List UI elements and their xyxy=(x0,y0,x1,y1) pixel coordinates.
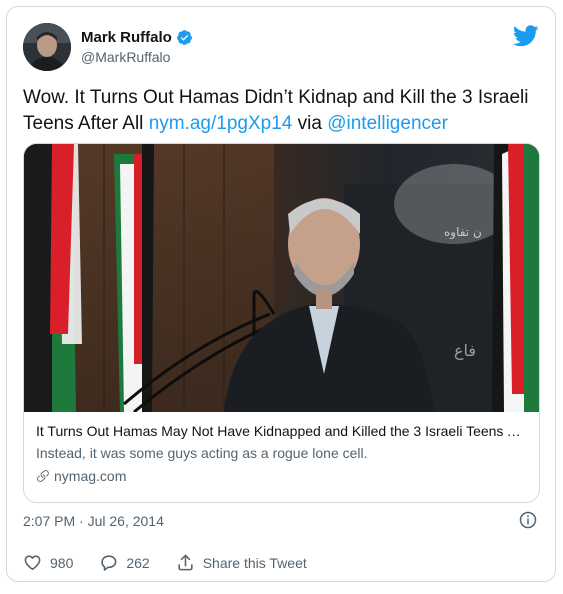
tweet-link[interactable]: nym.ag/1pgXp14 xyxy=(149,113,293,134)
tweet-via: via xyxy=(292,113,328,134)
reply-icon xyxy=(101,555,117,571)
share-icon xyxy=(178,554,193,571)
heart-icon xyxy=(24,555,41,571)
tweet-actions: 980 262 Share this Tweet xyxy=(23,553,333,572)
link-preview-image[interactable]: ن تفاوه فاع xyxy=(24,144,539,412)
reply-count: 262 xyxy=(126,554,150,571)
like-button[interactable]: 980 xyxy=(23,553,73,572)
link-preview-description: Instead, it was some guys acting as a ro… xyxy=(36,445,368,461)
svg-text:ن تفاوه: ن تفاوه xyxy=(444,225,482,240)
link-preview-meta: It Turns Out Hamas May Not Have Kidnappe… xyxy=(24,412,539,486)
link-preview-card[interactable]: ن تفاوه فاع It Turns Out Hamas May Not H… xyxy=(23,143,540,503)
tweet-card: Mark Ruffalo @MarkRuffalo Wow. It Turns … xyxy=(6,6,556,582)
svg-text:فاع: فاع xyxy=(454,341,476,361)
tweet-timestamp[interactable]: 2:07 PM · Jul 26, 2014 xyxy=(23,513,164,529)
link-preview-title: It Turns Out Hamas May Not Have Kidnappe… xyxy=(36,423,527,439)
display-name[interactable]: Mark Ruffalo xyxy=(81,29,172,46)
link-preview-domain[interactable]: nymag.com xyxy=(54,466,126,486)
verified-badge-icon xyxy=(176,30,192,45)
tweet-text: Wow. It Turns Out Hamas Didn’t Kidnap an… xyxy=(23,85,543,137)
reply-button[interactable]: 262 xyxy=(99,553,150,572)
mention-link[interactable]: @intelligencer xyxy=(327,113,448,134)
twitter-bird-icon[interactable] xyxy=(513,25,539,47)
link-icon xyxy=(37,470,49,482)
share-label: Share this Tweet xyxy=(202,554,307,571)
tweet-header: Mark Ruffalo @MarkRuffalo xyxy=(23,23,539,75)
like-count: 980 xyxy=(50,554,74,571)
share-button[interactable]: Share this Tweet xyxy=(176,553,307,572)
author-block[interactable]: Mark Ruffalo @MarkRuffalo xyxy=(81,29,193,65)
info-icon[interactable] xyxy=(519,511,537,529)
handle[interactable]: @MarkRuffalo xyxy=(81,49,193,65)
avatar[interactable] xyxy=(23,23,71,71)
link-preview-domain-row: nymag.com xyxy=(36,466,527,486)
